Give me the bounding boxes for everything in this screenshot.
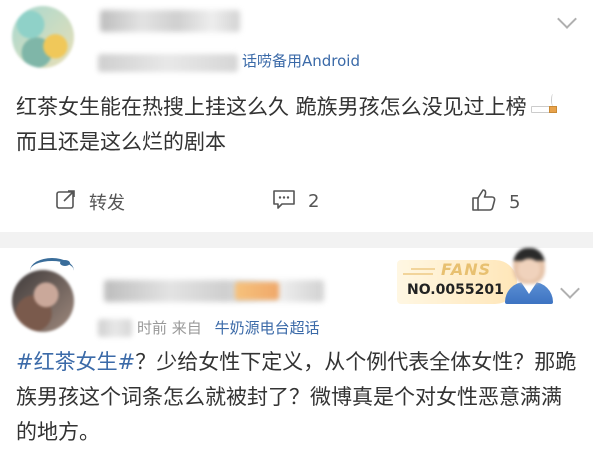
thumbs-up-icon — [471, 188, 497, 217]
fans-badge[interactable]: FANS NO.0055201 — [397, 248, 557, 304]
timestamp-suffix: 时前 — [137, 319, 168, 337]
hashtag-link[interactable]: #红茶女生# — [16, 350, 135, 374]
post-meta: 时前 来自 牛奶源电台超话 — [137, 317, 320, 338]
username-blurred[interactable] — [104, 280, 324, 302]
from-label: 来自 — [171, 319, 202, 337]
fans-badge-label: FANS — [441, 260, 492, 279]
like-count: 5 — [509, 192, 521, 213]
post-divider — [0, 232, 593, 248]
timestamp-blurred — [98, 319, 132, 337]
comment-icon — [272, 188, 296, 215]
fans-badge-decoration — [411, 268, 435, 270]
post-text: #红茶女生#？少给女性下定义，从个例代表全体女性？那跪族男孩这个词条怎么就被封了… — [16, 345, 581, 450]
post-meta: 话唠备用Android — [240, 50, 360, 71]
repost-button[interactable]: 转发 — [55, 188, 125, 215]
repost-label: 转发 — [89, 192, 125, 214]
repost-icon — [55, 188, 77, 215]
post-text-tail: 而且还是这么烂的剧本 — [16, 130, 226, 154]
fans-badge-avatar — [505, 248, 553, 304]
user-badge-blurred — [235, 282, 279, 300]
post-source[interactable]: 话唠备用Android — [242, 52, 360, 70]
fans-badge-decoration — [403, 273, 433, 275]
fans-badge-number: NO.0055201 — [407, 282, 504, 298]
username-blurred[interactable] — [100, 10, 240, 32]
chevron-down-icon[interactable] — [557, 9, 577, 29]
avatar[interactable] — [12, 6, 74, 68]
avatar-frame-dot — [60, 260, 70, 266]
comment-button[interactable]: 2 — [272, 188, 319, 215]
post-text: 红茶女生能在热搜上挂这么久 跪族男孩怎么没见过上榜 而且还是这么烂的剧本 — [16, 90, 576, 160]
post-source[interactable]: 牛奶源电台超话 — [215, 319, 320, 337]
timestamp-blurred — [98, 54, 238, 72]
post-text-main: 红茶女生能在热搜上挂这么久 跪族男孩怎么没见过上榜 — [16, 95, 527, 119]
cigarette-emoji-icon — [530, 94, 557, 114]
post-card: 话唠备用Android 红茶女生能在热搜上挂这么久 跪族男孩怎么没见过上榜 而且… — [0, 0, 593, 232]
post-actions: 转发 2 5 — [0, 180, 593, 224]
avatar[interactable] — [12, 270, 74, 332]
comment-count: 2 — [308, 191, 320, 212]
like-button[interactable]: 5 — [471, 188, 520, 217]
